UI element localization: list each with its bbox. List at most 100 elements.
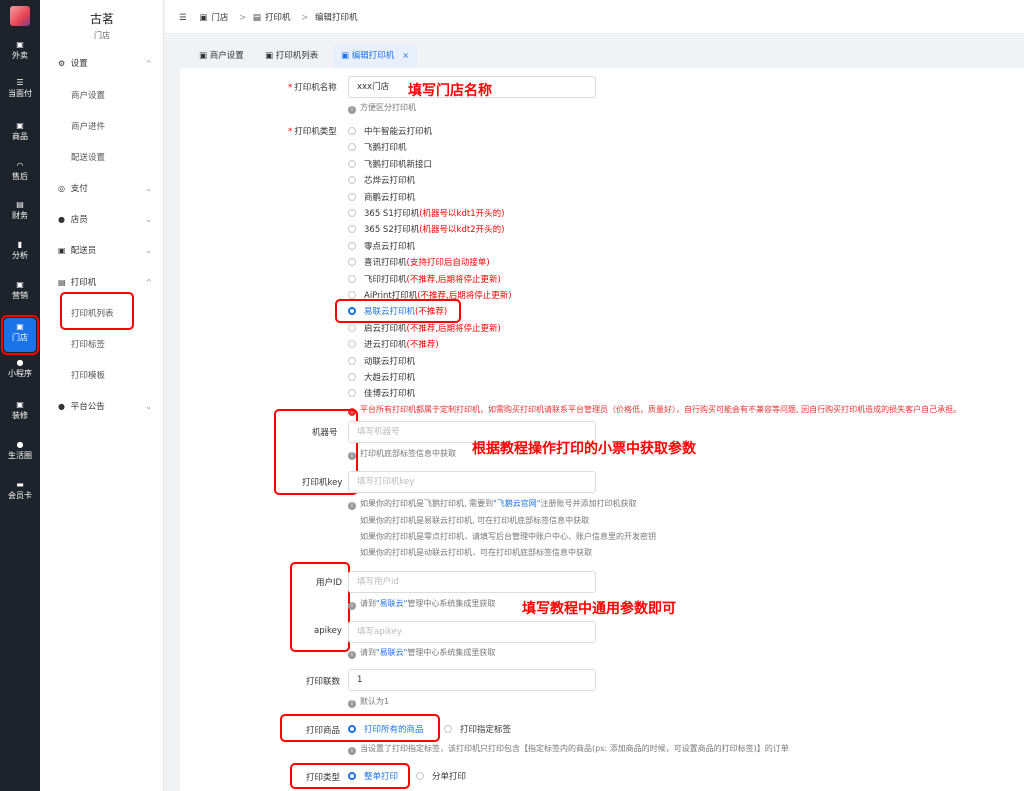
rail-item-1[interactable]: ☰ 当面付 [0,78,40,108]
print-type-split-radio[interactable]: 分单打印 [416,770,466,784]
tab-merchant-settings[interactable]: ▣ 商户设置 [191,45,252,67]
brush-icon: ▣ [16,400,24,409]
menu-item-merchant-onboard[interactable]: 商户进件 [71,119,105,135]
chevron-up-icon: ^ [145,278,152,287]
rail-item-5[interactable]: ▮ 分析 [0,240,40,270]
rail-item-2[interactable]: ▣ 商品 [0,121,40,151]
print-goods-tag-radio[interactable]: 打印指定标签 [444,723,511,737]
printer-type-radio[interactable]: 中午智能云打印机 [348,125,432,139]
menu-group-pay[interactable]: ◎ 支付 ⌄ [58,181,158,197]
rail-item-8[interactable]: ● 小程序 [0,358,40,388]
printer-type-radio[interactable]: 芯烨云打印机 [348,174,415,188]
top-bar: ☰ ▣ 门店 > ▤ 打印机 > 编辑打印机 [165,0,1024,34]
menu-fold-icon[interactable]: ☰ [179,13,187,23]
info-icon: i [348,602,356,610]
print-copies-label: 打印联数 [306,677,341,687]
breadcrumb: ☰ ▣ 门店 > ▤ 打印机 > 编辑打印机 [179,11,362,23]
rail-item-6[interactable]: ▣ 营销 [0,280,40,310]
feie-cloud-link[interactable]: "飞鹅云官网" [493,499,540,508]
print-goods-all-radio[interactable]: 打印所有的商品 [348,723,424,737]
rail-item-label: 财务 [12,211,28,220]
rail-item-3[interactable]: ◠ 售后 [0,161,40,191]
rail-item-11[interactable]: ▬ 会员卡 [0,480,40,510]
printer-type-radio[interactable]: 365 S2打印机(机器号以kdt2开头的) [348,223,504,237]
card-icon: ▬ [16,480,24,489]
info-icon: i [348,452,356,460]
highlight-box [60,292,134,330]
info-icon: i [348,502,356,510]
rail-item-9[interactable]: ▣ 装修 [0,400,40,430]
rail-item-label: 生活圈 [8,451,32,460]
info-icon: i [348,747,356,755]
rail-item-7[interactable]: ▣ 门店 [1,315,39,355]
print-copies-input[interactable]: 1 [348,669,596,691]
user-id-label: 用户ID [316,578,343,588]
rail-item-label: 商品 [12,132,28,141]
printer-type-radio[interactable]: 飞印打印机(不推荐,后期将停止更新) [348,273,501,287]
wechat-icon: ● [16,358,24,367]
rail-item-label: 营销 [12,291,28,300]
breadcrumb-separator: > [301,13,309,23]
menu-item-print-label[interactable]: 打印标签 [71,337,105,353]
print-type-label: 打印类型 [306,773,341,783]
menu-item-merchant-settings[interactable]: 商户设置 [71,88,105,104]
chevron-up-icon: ^ [145,59,152,68]
printer-type-warning: ! 平台所有打印机都属于定制打印机，如需购买打印机请联系平台管理员（价格低，质量好… [348,404,961,416]
menu-group-printer[interactable]: ▤ 打印机 ^ [58,275,158,291]
pay-icon: ◎ [58,184,65,193]
close-icon[interactable]: × [402,51,409,60]
breadcrumb-item[interactable]: 门店 [211,13,228,23]
tab-edit-printer[interactable]: ▣ 编辑打印机 × [333,45,417,67]
store-subtitle: 门店 [94,31,110,40]
annotation-get-params: 根据教程操作打印的小票中获取参数 [472,441,696,457]
bar-chart-icon: ▮ [17,240,23,249]
menu-item-print-template[interactable]: 打印模板 [71,368,105,384]
printer-type-radio[interactable]: 飞鹅打印机 [348,141,407,155]
app-logo[interactable] [10,6,30,26]
rail-item-label: 门店 [12,333,28,342]
user-id-hint: i 请到"易联云"管理中心系统集成里获取 [348,598,495,610]
print-type-whole-radio[interactable]: 整单打印 [348,770,398,784]
chevron-down-icon: ⌄ [145,402,152,411]
rail-item-label: 会员卡 [8,491,32,500]
rail-item-4[interactable]: ▤ 财务 [0,200,40,230]
apikey-input[interactable]: 填写apikey [348,621,596,643]
printer-name-hint: i 方便区分打印机 [348,102,416,114]
breadcrumb-item[interactable]: 打印机 [265,13,291,23]
printer-type-radio[interactable]: 商鹏云打印机 [348,191,415,205]
rail-item-0[interactable]: ▣ 外卖 [0,40,40,70]
printer-type-radio[interactable]: 喜讯打印机(支持打印后自动接单) [348,256,490,270]
printer-type-radio[interactable]: 大趋云打印机 [348,371,415,385]
menu-group-settings[interactable]: ⚙ 设置 ^ [58,56,158,72]
print-goods-hint: i 当设置了打印指定标签，该打印机只打印包含【指定标签内的商品(ps: 添加商品的… [348,743,789,755]
tab-printer-list[interactable]: ▣ 打印机列表 [257,45,326,67]
menu-group-staff[interactable]: ● 店员 ⌄ [58,212,158,228]
shop-icon: ▣ [199,51,210,61]
printer-type-radio[interactable]: 启云打印机(不推荐,后期将停止更新) [348,322,501,336]
annotation-common-params: 填写教程中通用参数即可 [522,601,676,617]
user-id-input[interactable]: 填写用户id [348,571,596,593]
printer-key-input[interactable]: 填写打印机key [348,471,596,493]
store-icon: ▣ [16,121,24,130]
printer-type-radio[interactable]: 动联云打印机 [348,355,415,369]
printer-type-radio[interactable]: 飞鹅打印机新接口 [348,158,432,172]
printer-type-radio[interactable]: 零点云打印机 [348,240,415,254]
menu-group-delivery[interactable]: ▣ 配送员 ⌄ [58,243,158,259]
shop-icon: ▣ [16,322,24,331]
menu-item-delivery-settings[interactable]: 配送设置 [71,150,105,166]
printer-key-label: 打印机key [302,478,343,488]
menu-group-notice[interactable]: ● 平台公告 ⌄ [58,399,158,415]
printer-type-radio[interactable]: 佳博云打印机 [348,387,415,401]
rail-item-10[interactable]: ● 生活圈 [0,440,40,470]
shop-icon: ▣ [341,51,352,61]
printer-key-hint-line: 如果你的打印机是动联云打印机，可在打印机底部标签信息中获取 [360,548,592,557]
printer-icon: ▤ [252,13,261,23]
printer-type-label: * 打印机类型 [288,127,337,137]
yilianyun-link[interactable]: "易联云" [376,648,407,657]
breadcrumb-separator: > [239,13,247,23]
printer-type-radio[interactable]: 365 S1打印机(机器号以kdt1开头的) [348,207,504,221]
yilianyun-link[interactable]: "易联云" [376,599,407,608]
printer-type-radio[interactable]: 进云打印机(不推荐) [348,338,439,352]
list-icon: ☰ [16,78,24,87]
copy-icon: ▤ [16,200,24,209]
